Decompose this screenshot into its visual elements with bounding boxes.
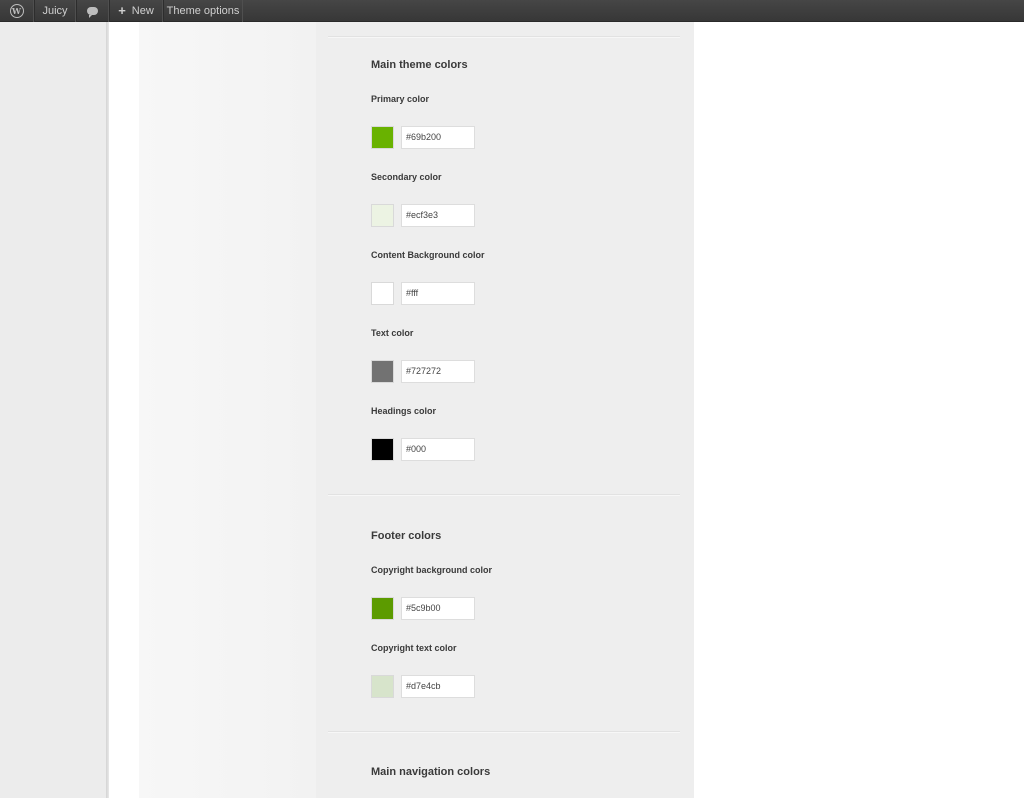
- headings-color-field: [371, 437, 475, 461]
- copyright-text-color-label: Copyright text color: [371, 643, 457, 653]
- copyright-background-color-input[interactable]: [401, 596, 475, 620]
- theme-options-panel: Main theme colors Primary color Secondar…: [316, 22, 694, 798]
- copyright-background-color-label: Copyright background color: [371, 565, 493, 575]
- content-background-color-label: Content Background color: [371, 250, 485, 260]
- copyright-text-color-field: [371, 674, 475, 698]
- content-background-color-swatch[interactable]: [371, 281, 394, 305]
- copyright-background-color-swatch[interactable]: [371, 596, 394, 620]
- text-color-field: [371, 359, 475, 383]
- theme-options-label: Theme options: [166, 4, 240, 17]
- headings-color-label: Headings color: [371, 406, 437, 416]
- section-title-navigation-colors: Main navigation colors: [371, 766, 491, 778]
- section-title-footer-colors: Footer colors: [371, 530, 442, 542]
- copyright-text-color-input[interactable]: [401, 674, 475, 698]
- copyright-background-color-field: [371, 596, 475, 620]
- wordpress-logo-icon: W: [9, 3, 24, 18]
- new-content-button[interactable]: + New: [109, 0, 163, 22]
- primary-color-field: [371, 125, 475, 149]
- primary-color-input[interactable]: [401, 125, 475, 149]
- text-color-label: Text color: [371, 328, 414, 338]
- content-background-color-input[interactable]: [401, 281, 475, 305]
- secondary-color-swatch[interactable]: [371, 203, 394, 227]
- section-divider: [328, 494, 680, 496]
- new-label: New: [131, 4, 154, 17]
- options-nav-column: [139, 22, 316, 798]
- plus-icon: +: [118, 3, 126, 18]
- page-gutter: [109, 22, 139, 798]
- comments-link[interactable]: [76, 0, 109, 22]
- comment-bubble-icon: [87, 6, 98, 18]
- theme-options-link[interactable]: Theme options: [163, 0, 243, 22]
- copyright-text-color-swatch[interactable]: [371, 674, 394, 698]
- secondary-color-input[interactable]: [401, 203, 475, 227]
- section-title-main-colors: Main theme colors: [371, 59, 468, 71]
- text-color-input[interactable]: [401, 359, 475, 383]
- wordpress-menu[interactable]: W: [0, 0, 34, 22]
- section-divider: [328, 731, 680, 733]
- text-color-swatch[interactable]: [371, 359, 394, 383]
- admin-bar: W Juicy + New Theme options: [0, 0, 1024, 22]
- secondary-color-field: [371, 203, 475, 227]
- section-divider: [328, 36, 680, 38]
- primary-color-swatch[interactable]: [371, 125, 394, 149]
- admin-sidebar: [0, 22, 106, 798]
- headings-color-input[interactable]: [401, 437, 475, 461]
- headings-color-swatch[interactable]: [371, 437, 394, 461]
- secondary-color-label: Secondary color: [371, 172, 442, 182]
- content-background-color-field: [371, 281, 475, 305]
- site-name-label: Juicy: [42, 4, 68, 17]
- site-name-link[interactable]: Juicy: [34, 0, 76, 22]
- primary-color-label: Primary color: [371, 94, 430, 104]
